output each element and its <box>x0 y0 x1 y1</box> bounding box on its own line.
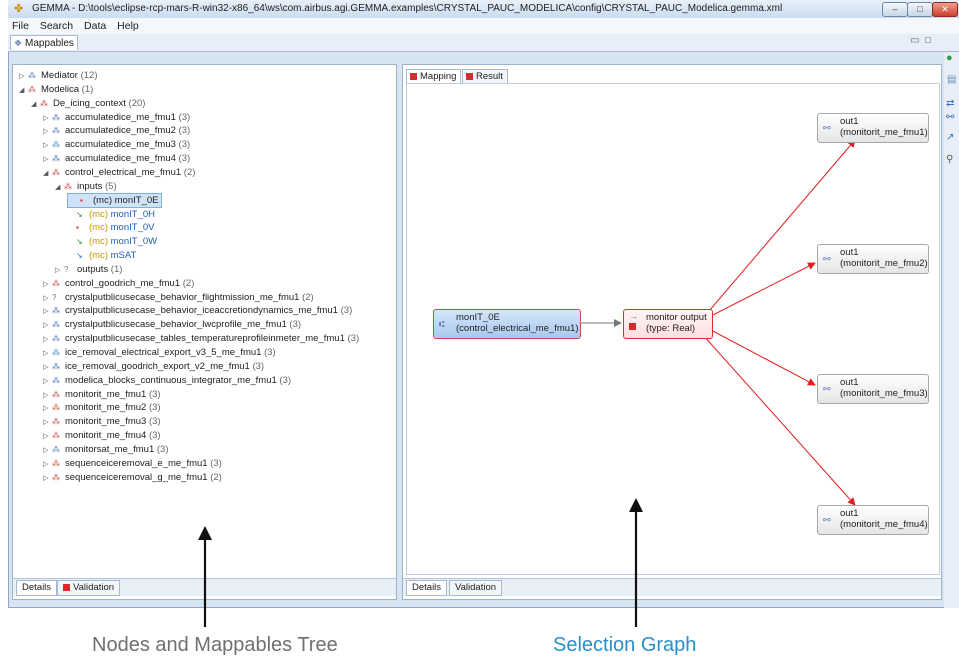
annotation-arrowhead-left <box>198 526 212 540</box>
annotation-arrows <box>198 498 643 627</box>
caption-tree: Nodes and Mappables Tree <box>92 634 338 656</box>
annotation-arrowhead-right <box>629 498 643 512</box>
caption-graph: Selection Graph <box>553 634 697 656</box>
